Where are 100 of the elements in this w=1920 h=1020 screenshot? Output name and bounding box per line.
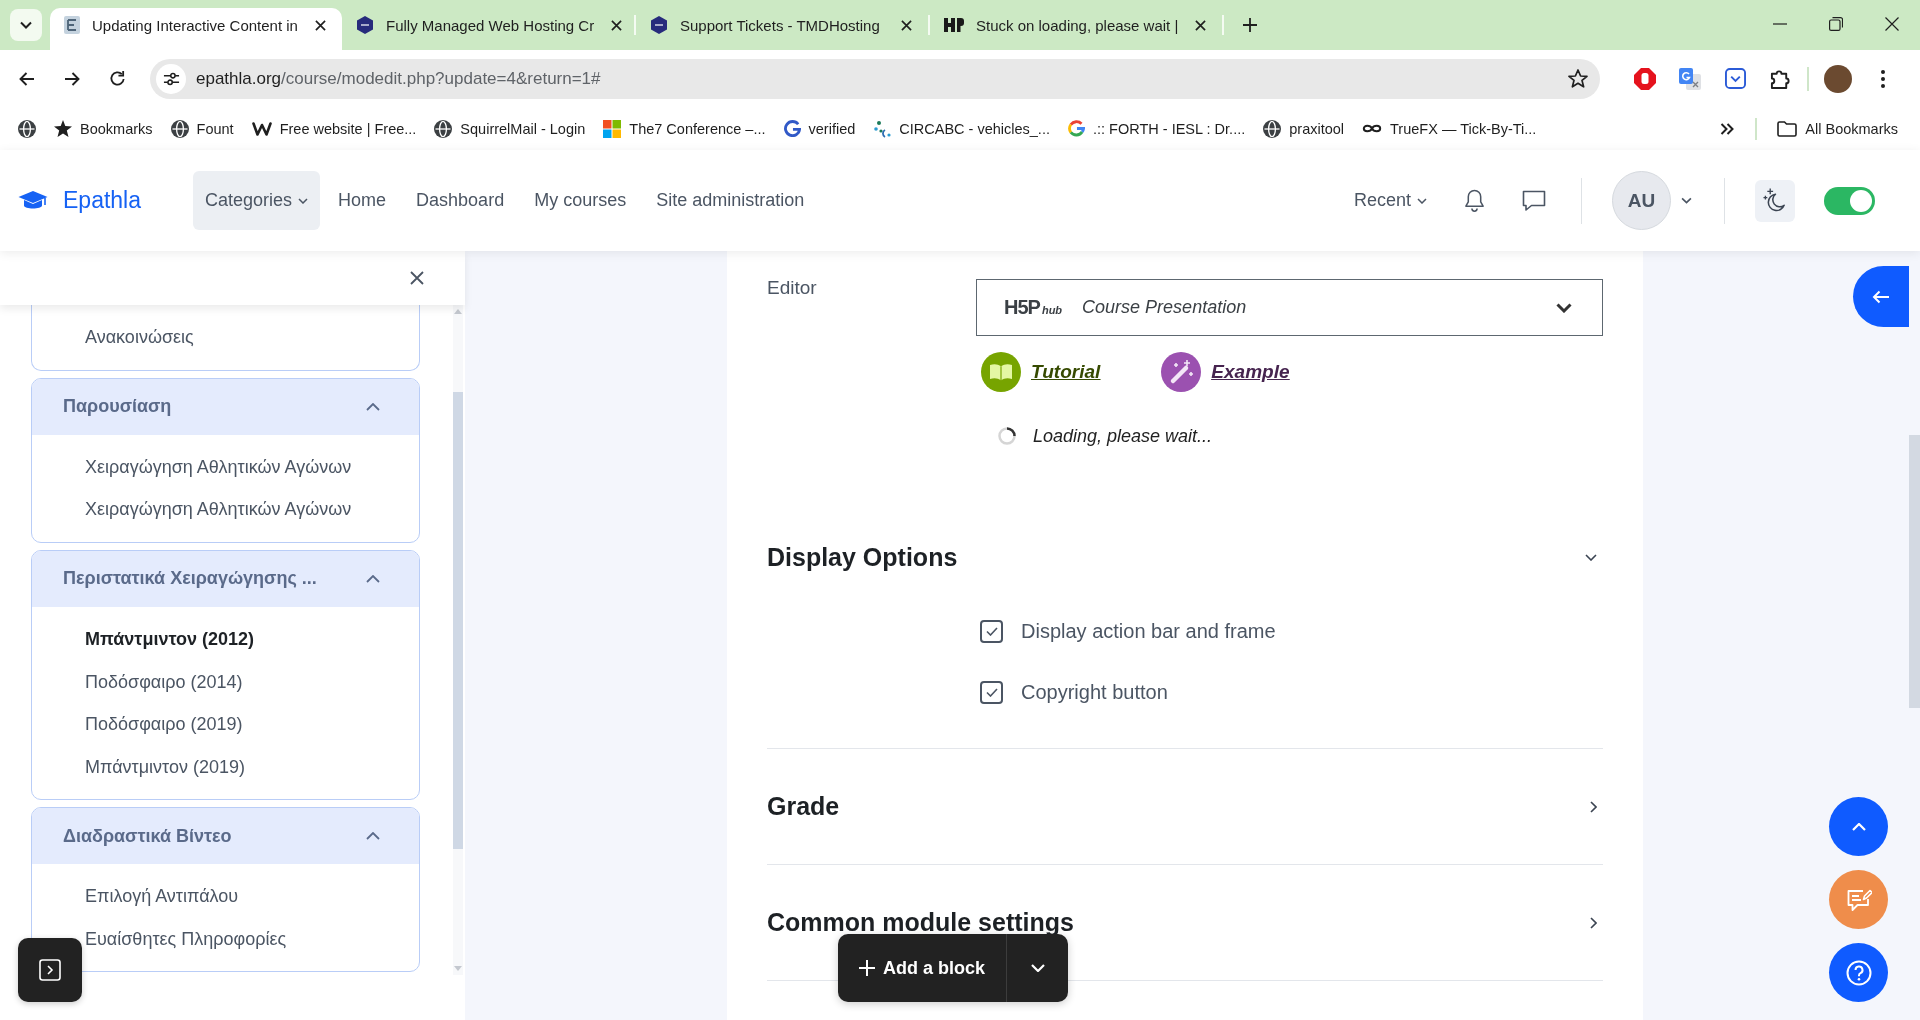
field-label: Editor — [767, 277, 818, 299]
course-index-link[interactable]: Χειραγώγηση Αθλητικών Αγώνων — [85, 497, 352, 522]
checkbox-label: Display action bar and frame — [1021, 620, 1276, 643]
site-brand-link[interactable]: Epathla — [18, 187, 141, 214]
check-icon — [985, 627, 998, 636]
checkbox-label: Copyright button — [1021, 681, 1168, 704]
url-text: epathla.org/course/modedit.php?update=4&return=1# — [196, 68, 602, 89]
browser-tab[interactable]: Updating Interactive Content in — [50, 8, 342, 50]
bookmark-link[interactable]: SquirrelMail - Login — [428, 112, 592, 145]
g-icon — [783, 120, 801, 137]
checkbox[interactable] — [980, 620, 1003, 643]
globe-icon — [170, 119, 189, 138]
globe-icon — [434, 119, 453, 138]
section-toggle[interactable]: Grade — [767, 749, 1603, 864]
section-header[interactable]: Περιστατικά Χειραγώγησης ... — [32, 550, 419, 607]
address-bar[interactable]: epathla.org/course/modedit.php?update=4&return=1# — [150, 58, 1600, 99]
close-icon — [314, 19, 326, 31]
caret-icon — [1417, 197, 1427, 204]
course-index-link[interactable]: Ποδόσφαιρο (2014) — [85, 669, 243, 694]
help-icon — [1845, 959, 1872, 986]
arrow-left-icon — [19, 71, 35, 86]
browser-tab[interactable]: Support Tickets - TMDHosting — [636, 8, 928, 50]
plus-icon — [1243, 18, 1257, 32]
puzzle-icon — [1769, 68, 1791, 89]
course-index-link[interactable]: Μπάντμιντον (2012) — [85, 627, 254, 652]
tiles-icon — [603, 119, 622, 138]
profile-avatar — [1824, 64, 1852, 93]
double-chevron-icon — [1720, 122, 1735, 135]
bookmark-star-button[interactable] — [1566, 66, 1590, 91]
plus-icon — [859, 960, 875, 976]
stop-hand-icon — [1634, 67, 1656, 90]
dots-icon — [873, 119, 892, 138]
open-drawer-button[interactable] — [18, 938, 82, 1002]
section-header[interactable]: Διαδραστικά Βίντεο — [32, 808, 419, 865]
sidebar-toggle-icon — [39, 959, 61, 981]
bookmark-link[interactable]: .:: FORTH - IESL : Dr.... — [1061, 112, 1252, 145]
bookmark-link[interactable]: CIRCABC - vehicles_... — [867, 112, 1056, 145]
folder-icon — [1777, 120, 1798, 137]
course-index-link[interactable]: Χειραγώγηση Αθλητικών Αγώνων — [85, 454, 352, 479]
nav-menu-button[interactable]: Categories — [193, 171, 321, 230]
content-type-select[interactable]: H5Phub Course Presentation — [976, 279, 1603, 336]
course-index-link[interactable]: Επιλογή Αντιπάλου — [85, 884, 239, 909]
bookmark-link[interactable]: Fount — [164, 112, 240, 145]
bookmark-link[interactable]: praxitool — [1257, 112, 1351, 145]
infinity-icon — [1362, 123, 1383, 134]
nav-link[interactable]: Dashboard — [404, 171, 517, 230]
course-index-link[interactable]: Ευαίσθητες Πληροφορίες — [85, 927, 287, 952]
mode-switch[interactable] — [1824, 186, 1875, 215]
scrollbar-thumb[interactable] — [1909, 435, 1920, 708]
arrow-right-icon — [64, 71, 80, 86]
tutorial-link[interactable]: Tutorial — [981, 351, 1101, 392]
user-menu-button[interactable]: AU — [1612, 171, 1692, 230]
example-link[interactable]: Example — [1161, 351, 1290, 392]
close-icon — [1885, 17, 1899, 31]
nav-link[interactable]: My courses — [522, 171, 639, 230]
restore-icon — [1829, 17, 1843, 31]
bookmark-link[interactable]: The7 Conference –... — [597, 112, 772, 145]
nav-link[interactable]: Site administration — [644, 171, 817, 230]
bookmark-link[interactable]: verified — [777, 112, 862, 145]
checkbox[interactable] — [980, 681, 1003, 704]
scroll-down-icon — [454, 966, 462, 971]
star-icon — [1568, 69, 1588, 88]
nav-link[interactable]: Home — [326, 171, 399, 230]
recent-menu-button[interactable]: Recent — [1353, 180, 1427, 221]
hub-logo: H5Phub — [1004, 296, 1063, 319]
course-index-link[interactable]: Ποδόσφαιρο (2019) — [85, 712, 243, 737]
browser-tab[interactable]: Stuck on loading, please wait | — [930, 8, 1222, 50]
section-toggle[interactable]: Display Options — [767, 500, 1603, 587]
bookmark-link[interactable]: Free website | Free... — [245, 112, 423, 145]
close-icon — [410, 271, 424, 285]
chevron-down-icon — [1556, 302, 1572, 313]
check-icon — [985, 688, 998, 697]
course-index-link[interactable]: Μπάντμιντον (2019) — [85, 754, 245, 779]
chevron-up-icon — [1851, 822, 1866, 831]
colored-g-icon — [1067, 120, 1085, 137]
bell-icon — [1463, 189, 1485, 212]
document-icon — [64, 16, 80, 34]
browser-tab[interactable]: Fully Managed Web Hosting Cr — [342, 8, 634, 50]
close-icon — [1194, 19, 1206, 31]
star-icon — [54, 120, 72, 137]
section-header[interactable]: Παρουσίαση — [32, 378, 419, 435]
hexagon-icon — [650, 16, 668, 34]
chevron-box-icon — [1724, 68, 1746, 89]
course-index-link[interactable]: Ανακοινώσεις — [85, 325, 194, 350]
bookmark-link[interactable]: TrueFX — Tick-By-Ti... — [1356, 112, 1543, 145]
reload-icon — [108, 70, 126, 87]
all-bookmarks-button[interactable]: All Bookmarks — [1771, 112, 1904, 145]
tab-search-button[interactable] — [10, 9, 42, 41]
globe-icon — [18, 119, 36, 138]
close-icon — [900, 19, 912, 31]
drawer-toggle-button[interactable] — [1853, 266, 1909, 327]
scrollbar[interactable] — [453, 305, 463, 975]
scroll-up-icon — [454, 309, 462, 314]
minimize-icon — [1773, 23, 1787, 25]
hexagon-icon — [356, 16, 374, 34]
site-info-button[interactable] — [156, 63, 186, 94]
translate-icon — [1679, 67, 1701, 90]
bookmark-link[interactable]: Bookmarks — [48, 112, 159, 145]
dark-mode-button[interactable] — [1755, 179, 1795, 222]
spinner-icon — [998, 427, 1016, 445]
